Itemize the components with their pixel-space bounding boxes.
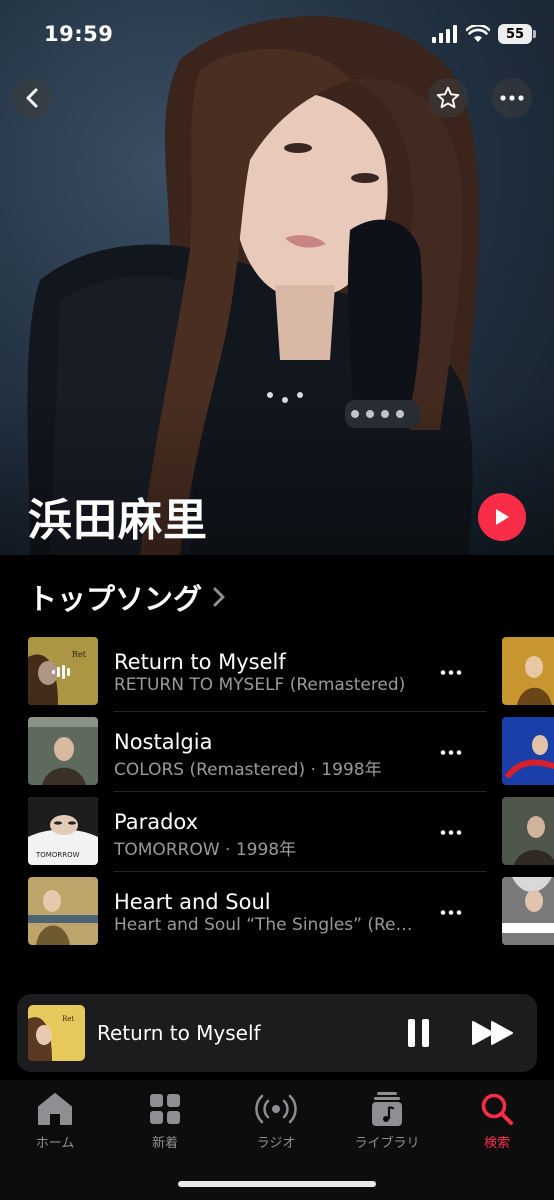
tab-search[interactable]: 検索	[452, 1090, 542, 1152]
search-icon	[481, 1093, 513, 1125]
song-title: Return to Myself	[114, 650, 286, 674]
ellipsis-icon	[500, 95, 524, 101]
song-more-button[interactable]	[436, 900, 466, 924]
song-row[interactable]: Ret Return to Myself RETURN TO MYSELF (R…	[0, 632, 554, 712]
ellipsis-icon	[440, 829, 462, 835]
svg-text:TOMORROW: TOMORROW	[35, 851, 80, 859]
artist-name: 浜田麻里	[28, 495, 208, 546]
chevron-right-icon	[213, 587, 225, 607]
status-time: 19:59	[44, 22, 114, 46]
radio-icon	[255, 1094, 297, 1124]
more-options-button[interactable]	[492, 78, 532, 118]
mini-player-album-art: Ret	[28, 1005, 85, 1061]
star-icon	[436, 86, 460, 109]
ellipsis-icon	[440, 749, 462, 755]
section-title: トップソング	[28, 582, 203, 616]
album-art	[502, 877, 554, 945]
ellipsis-icon	[440, 909, 462, 915]
album-art	[28, 877, 98, 945]
song-row[interactable]: TOMORROW Paradox TOMORROW · 1998年	[0, 792, 554, 872]
tab-radio[interactable]: ラジオ	[231, 1090, 321, 1152]
wifi-icon	[466, 25, 490, 42]
chevron-left-icon	[26, 88, 38, 108]
tab-label: ライブラリ	[354, 1136, 420, 1151]
top-songs-header[interactable]: トップソング	[28, 576, 226, 618]
tab-label: 新着	[151, 1136, 178, 1151]
next-track-button[interactable]	[468, 1014, 518, 1052]
status-icons: 55	[432, 24, 536, 44]
grid-icon	[150, 1094, 180, 1124]
song-more-button[interactable]	[436, 740, 466, 764]
tab-new[interactable]: 新着	[120, 1090, 210, 1152]
now-playing-icon	[52, 665, 70, 679]
back-button[interactable]	[12, 78, 52, 118]
battery-level: 55	[505, 26, 525, 42]
cellular-signal-icon	[432, 25, 457, 43]
play-artist-button[interactable]	[478, 493, 526, 541]
tab-library[interactable]: ライブラリ	[342, 1090, 432, 1152]
favorite-button[interactable]	[428, 78, 468, 118]
song-subtitle: TOMORROW · 1998年	[114, 840, 297, 860]
album-art	[502, 717, 554, 785]
song-row[interactable]: Heart and Soul Heart and Soul “The Singl…	[0, 872, 554, 952]
album-art	[28, 717, 98, 785]
album-art	[502, 797, 554, 865]
mini-player-title: Return to Myself	[97, 1021, 261, 1045]
song-subtitle: RETURN TO MYSELF (Remastered)	[114, 675, 406, 695]
fast-forward-icon	[472, 1021, 513, 1045]
home-indicator	[178, 1181, 376, 1187]
tab-label: 検索	[483, 1136, 510, 1151]
song-more-button[interactable]	[436, 660, 466, 684]
artist-hero	[0, 0, 554, 555]
home-icon	[38, 1093, 72, 1125]
tab-label: ホーム	[35, 1136, 75, 1151]
battery-indicator: 55	[498, 24, 536, 44]
pause-button[interactable]	[401, 1014, 437, 1052]
play-icon	[496, 509, 509, 525]
song-title: Nostalgia	[114, 730, 213, 754]
song-more-button[interactable]	[436, 820, 466, 844]
song-subtitle: COLORS (Remastered) · 1998年	[114, 760, 382, 780]
ellipsis-icon	[440, 669, 462, 675]
song-row[interactable]: Nostalgia COLORS (Remastered) · 1998年	[0, 712, 554, 792]
song-subtitle: Heart and Soul “The Singles” (Remastered…	[114, 915, 414, 935]
tab-label: ラジオ	[256, 1136, 296, 1151]
album-art	[502, 637, 554, 705]
pause-icon	[408, 1019, 429, 1047]
tab-home[interactable]: ホーム	[10, 1090, 100, 1152]
library-icon	[372, 1092, 402, 1126]
song-title: Paradox	[114, 810, 199, 834]
svg-text:Ret: Ret	[62, 1015, 74, 1023]
song-title: Heart and Soul	[114, 890, 271, 914]
mini-player[interactable]: Ret Return to Myself	[17, 994, 537, 1072]
status-bar: 19:59 55	[0, 0, 554, 70]
album-art: TOMORROW	[28, 797, 98, 865]
